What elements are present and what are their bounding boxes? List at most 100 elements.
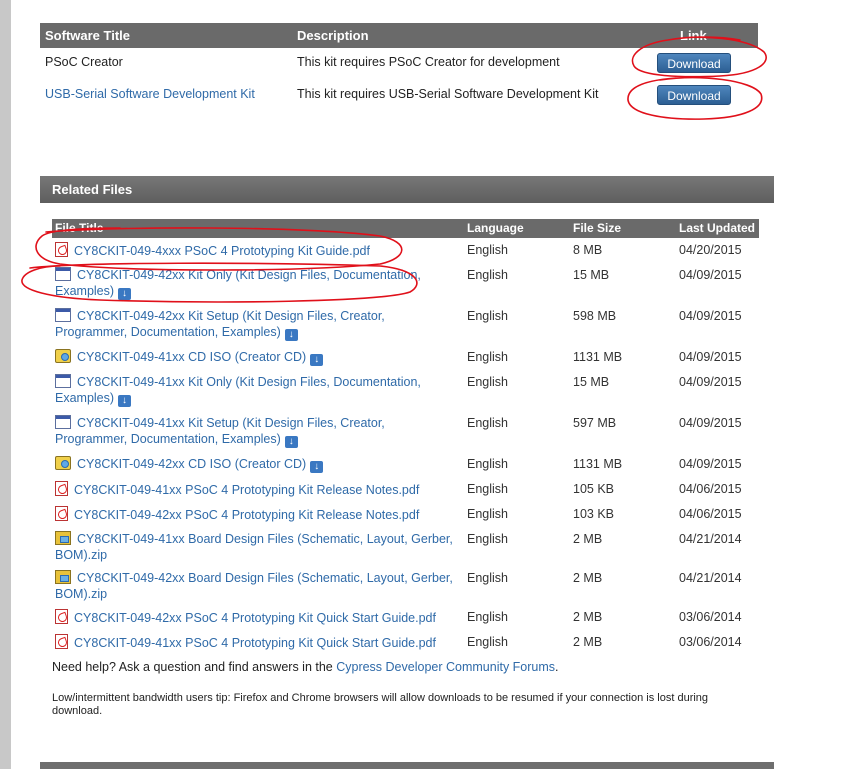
header-language: Language bbox=[467, 221, 524, 235]
files-table-header: File Title Language File Size Last Updat… bbox=[52, 219, 759, 238]
help-text: Need help? Ask a question and find answe… bbox=[52, 660, 559, 674]
file-title-text[interactable]: CY8CKIT-049-41xx Kit Setup (Kit Design F… bbox=[55, 416, 385, 446]
file-last-updated: 04/09/2015 bbox=[679, 375, 742, 389]
file-language: English bbox=[467, 457, 508, 471]
installer-icon bbox=[55, 267, 71, 281]
download-button-usb-serial[interactable]: Download bbox=[657, 85, 731, 105]
file-title-link[interactable]: CY8CKIT-049-42xx Kit Setup (Kit Design F… bbox=[55, 308, 455, 341]
file-size: 8 MB bbox=[573, 243, 603, 257]
installer-icon bbox=[55, 415, 71, 429]
bandwidth-tip: Low/intermittent bandwidth users tip: Fi… bbox=[52, 692, 709, 717]
file-language: English bbox=[467, 309, 508, 323]
file-title-link[interactable]: CY8CKIT-049-41xx Kit Setup (Kit Design F… bbox=[55, 415, 455, 448]
zip-icon bbox=[55, 570, 71, 584]
software-title: PSoC Creator bbox=[45, 55, 123, 69]
file-last-updated: 03/06/2014 bbox=[679, 610, 742, 624]
file-size: 2 MB bbox=[573, 532, 603, 546]
file-last-updated: 04/09/2015 bbox=[679, 309, 742, 323]
file-title-link[interactable]: CY8CKIT-049-42xx CD ISO (Creator CD) ↓ bbox=[55, 456, 455, 473]
file-language: English bbox=[467, 416, 508, 430]
file-size: 2 MB bbox=[573, 571, 603, 585]
pdf-icon bbox=[55, 481, 68, 496]
file-title-link[interactable]: CY8CKIT-049-41xx PSoC 4 Prototyping Kit … bbox=[55, 481, 455, 498]
file-size: 103 KB bbox=[573, 507, 615, 521]
header-link: Link bbox=[680, 28, 707, 43]
download-arrow-icon[interactable]: ↓ bbox=[284, 329, 298, 341]
cd-icon bbox=[55, 456, 71, 470]
software-row-psoc-creator: PSoC Creator This kit requires PSoC Crea… bbox=[40, 49, 758, 81]
file-last-updated: 04/09/2015 bbox=[679, 268, 742, 282]
installer-icon bbox=[55, 374, 71, 388]
file-title-link[interactable]: CY8CKIT-049-42xx Kit Only (Kit Design Fi… bbox=[55, 267, 455, 300]
file-title-text[interactable]: CY8CKIT-049-42xx PSoC 4 Prototyping Kit … bbox=[74, 611, 436, 625]
header-description: Description bbox=[297, 28, 369, 43]
file-last-updated: 04/06/2015 bbox=[679, 507, 742, 521]
file-last-updated: 04/21/2014 bbox=[679, 532, 742, 546]
help-prefix: Need help? Ask a question and find answe… bbox=[52, 660, 337, 674]
header-file-title: File Title bbox=[55, 221, 104, 235]
file-title-text[interactable]: CY8CKIT-049-41xx Kit Only (Kit Design Fi… bbox=[55, 375, 421, 405]
file-title-text[interactable]: CY8CKIT-049-42xx Kit Setup (Kit Design F… bbox=[55, 309, 385, 339]
file-title-text[interactable]: CY8CKIT-049-41xx CD ISO (Creator CD) bbox=[77, 350, 306, 364]
file-size: 105 KB bbox=[573, 482, 615, 496]
installer-icon bbox=[55, 308, 71, 322]
file-title-link[interactable]: CY8CKIT-049-42xx PSoC 4 Prototyping Kit … bbox=[55, 506, 455, 523]
download-arrow-icon[interactable]: ↓ bbox=[310, 354, 324, 366]
file-title-text[interactable]: CY8CKIT-049-4xxx PSoC 4 Prototyping Kit … bbox=[74, 244, 370, 258]
related-files-title: Related Files bbox=[52, 182, 133, 197]
software-title-link[interactable]: USB-Serial Software Development Kit bbox=[45, 87, 255, 101]
software-table-header: Software Title Description Link bbox=[40, 23, 758, 48]
file-language: English bbox=[467, 532, 508, 546]
file-title-text[interactable]: CY8CKIT-049-41xx PSoC 4 Prototyping Kit … bbox=[74, 483, 419, 497]
file-title-link[interactable]: CY8CKIT-049-42xx PSoC 4 Prototyping Kit … bbox=[55, 609, 455, 626]
file-size: 15 MB bbox=[573, 268, 610, 282]
download-button-psoc-creator[interactable]: Download bbox=[657, 53, 731, 73]
header-file-size: File Size bbox=[573, 221, 622, 235]
file-last-updated: 04/09/2015 bbox=[679, 457, 742, 471]
file-language: English bbox=[467, 243, 508, 257]
header-software-title: Software Title bbox=[45, 28, 131, 43]
file-language: English bbox=[467, 375, 508, 389]
file-title-link[interactable]: CY8CKIT-049-42xx Board Design Files (Sch… bbox=[55, 570, 455, 602]
download-arrow-icon[interactable]: ↓ bbox=[118, 395, 132, 407]
file-last-updated: 04/21/2014 bbox=[679, 571, 742, 585]
file-size: 2 MB bbox=[573, 635, 603, 649]
file-size: 597 MB bbox=[573, 416, 617, 430]
software-description: This kit requires PSoC Creator for devel… bbox=[297, 55, 560, 69]
file-title-link[interactable]: CY8CKIT-049-4xxx PSoC 4 Prototyping Kit … bbox=[55, 242, 455, 259]
pdf-icon bbox=[55, 506, 68, 521]
file-title-link[interactable]: CY8CKIT-049-41xx CD ISO (Creator CD) ↓ bbox=[55, 349, 455, 366]
file-title-link[interactable]: CY8CKIT-049-41xx PSoC 4 Prototyping Kit … bbox=[55, 634, 455, 651]
file-title-text[interactable]: CY8CKIT-049-42xx CD ISO (Creator CD) bbox=[77, 457, 306, 471]
file-title-link[interactable]: CY8CKIT-049-41xx Kit Only (Kit Design Fi… bbox=[55, 374, 455, 407]
left-page-strip bbox=[0, 0, 11, 769]
file-title-text[interactable]: CY8CKIT-049-41xx PSoC 4 Prototyping Kit … bbox=[74, 636, 436, 650]
zip-icon bbox=[55, 531, 71, 545]
file-language: English bbox=[467, 610, 508, 624]
community-forums-link[interactable]: Cypress Developer Community Forums bbox=[336, 660, 555, 674]
file-size: 1131 MB bbox=[573, 350, 623, 364]
software-description: This kit requires USB-Serial Software De… bbox=[297, 87, 599, 101]
file-language: English bbox=[467, 350, 508, 364]
file-size: 15 MB bbox=[573, 375, 610, 389]
file-title-link[interactable]: CY8CKIT-049-41xx Board Design Files (Sch… bbox=[55, 531, 455, 563]
file-language: English bbox=[467, 482, 508, 496]
file-last-updated: 04/06/2015 bbox=[679, 482, 742, 496]
file-title-text[interactable]: CY8CKIT-049-42xx PSoC 4 Prototyping Kit … bbox=[74, 508, 419, 522]
file-language: English bbox=[467, 571, 508, 585]
file-last-updated: 03/06/2014 bbox=[679, 635, 742, 649]
file-last-updated: 04/09/2015 bbox=[679, 350, 742, 364]
software-row-usb-serial: USB-Serial Software Development Kit This… bbox=[40, 81, 758, 113]
file-title-text[interactable]: CY8CKIT-049-42xx Board Design Files (Sch… bbox=[55, 571, 453, 601]
download-arrow-icon[interactable]: ↓ bbox=[310, 461, 324, 473]
file-last-updated: 04/09/2015 bbox=[679, 416, 742, 430]
help-suffix: . bbox=[555, 660, 559, 674]
download-arrow-icon[interactable]: ↓ bbox=[284, 436, 298, 448]
file-title-text[interactable]: CY8CKIT-049-41xx Board Design Files (Sch… bbox=[55, 532, 453, 562]
file-size: 2 MB bbox=[573, 610, 603, 624]
download-arrow-icon[interactable]: ↓ bbox=[118, 288, 132, 300]
bottom-section-bar bbox=[40, 762, 774, 769]
file-title-text[interactable]: CY8CKIT-049-42xx Kit Only (Kit Design Fi… bbox=[55, 268, 421, 298]
cd-icon bbox=[55, 349, 71, 363]
pdf-icon bbox=[55, 609, 68, 624]
